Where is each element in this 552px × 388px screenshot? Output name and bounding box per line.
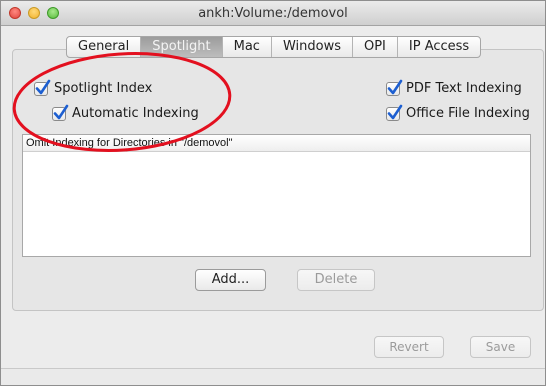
checkmark-icon <box>53 104 69 119</box>
checkmark-icon <box>387 104 403 119</box>
status-bar <box>1 368 545 385</box>
office-file-indexing-label: Office File Indexing <box>406 106 530 121</box>
tab-opi[interactable]: OPI <box>353 37 398 57</box>
tab-spotlight[interactable]: Spotlight <box>141 37 223 57</box>
spotlight-index-option[interactable]: Spotlight Index <box>34 79 153 96</box>
add-button[interactable]: Add... <box>195 269 266 291</box>
automatic-indexing-label: Automatic Indexing <box>72 106 199 121</box>
office-file-indexing-option[interactable]: Office File Indexing <box>386 104 530 121</box>
spotlight-index-label: Spotlight Index <box>54 81 153 96</box>
tab-windows[interactable]: Windows <box>272 37 353 57</box>
automatic-indexing-option[interactable]: Automatic Indexing <box>52 104 199 121</box>
office-file-indexing-checkbox[interactable] <box>386 104 403 121</box>
omit-directories-header[interactable]: Omit Indexing for Directories in "/demov… <box>23 135 530 152</box>
automatic-indexing-checkbox[interactable] <box>52 104 69 121</box>
pdf-text-indexing-option[interactable]: PDF Text Indexing <box>386 79 522 96</box>
window-title: ankh:Volume:/demovol <box>198 6 348 21</box>
volume-settings-window: ankh:Volume:/demovol General Spotlight M… <box>0 0 546 386</box>
tab-mac[interactable]: Mac <box>223 37 272 57</box>
tab-general[interactable]: General <box>67 37 142 57</box>
pdf-text-indexing-checkbox[interactable] <box>386 79 403 96</box>
omit-directories-table[interactable]: Omit Indexing for Directories in "/demov… <box>22 134 531 257</box>
pdf-text-indexing-label: PDF Text Indexing <box>406 81 522 96</box>
save-button[interactable]: Save <box>470 336 531 358</box>
revert-button[interactable]: Revert <box>374 336 444 358</box>
tab-bar: General Spotlight Mac Windows OPI IP Acc… <box>66 36 482 58</box>
title-bar[interactable]: ankh:Volume:/demovol <box>1 1 545 26</box>
spotlight-index-checkbox[interactable] <box>34 79 51 96</box>
checkmark-icon <box>35 79 51 94</box>
delete-button[interactable]: Delete <box>297 269 375 291</box>
checkmark-icon <box>387 79 403 94</box>
tab-ip-access[interactable]: IP Access <box>398 37 480 57</box>
